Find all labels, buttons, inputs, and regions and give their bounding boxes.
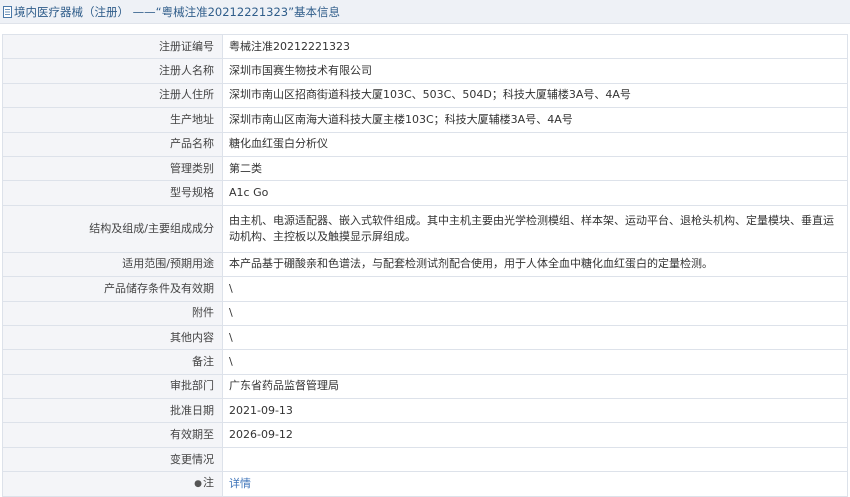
table-row: 注册人名称 深圳市国赛生物技术有限公司	[2, 58, 848, 84]
table-row: 批准日期 2021-09-13	[2, 398, 848, 424]
field-value: 广东省药品监督管理局	[222, 373, 848, 400]
field-label: 注册证编号	[2, 33, 223, 60]
field-value: \	[222, 349, 848, 375]
field-label: 审批部门	[2, 373, 223, 400]
field-value: 第二类	[222, 155, 848, 182]
table-row: 附件 \	[2, 300, 848, 326]
field-label: 有效期至	[2, 422, 223, 448]
field-label: 型号规格	[2, 180, 223, 206]
field-value: 2021-09-13	[222, 398, 848, 424]
field-value: 本产品基于硼酸亲和色谱法，与配套检测试剂配合使用，用于人体全血中糖化血红蛋白的定…	[222, 251, 848, 278]
field-label: 批准日期	[2, 398, 223, 424]
table-row: 注册证编号 粤械注准20212221323	[2, 33, 848, 60]
table-row: ●注 详情	[2, 471, 848, 497]
field-label: 结构及组成/主要组成成分	[2, 204, 223, 253]
field-label: 生产地址	[2, 107, 223, 133]
table-row: 注册人住所 深圳市南山区招商街道科技大厦103C、503C、504D；科技大厦辅…	[2, 82, 848, 109]
field-label: 其他内容	[2, 324, 223, 351]
table-row: 变更情况	[2, 446, 848, 473]
field-value: 2026-09-12	[222, 422, 848, 448]
field-label: 适用范围/预期用途	[2, 251, 223, 278]
table-row: 管理类别 第二类	[2, 155, 848, 182]
pin-icon: ●	[194, 479, 202, 490]
page-title: 境内医疗器械（注册） ——“粤械注准20212221323”基本信息	[14, 4, 341, 19]
field-label: 备注	[2, 349, 223, 375]
field-label: 注册人住所	[2, 82, 223, 109]
field-label: 产品储存条件及有效期	[2, 276, 223, 302]
field-value: A1c Go	[222, 180, 848, 206]
field-label: 产品名称	[2, 131, 223, 157]
field-value: 粤械注准20212221323	[222, 33, 848, 60]
note-value-cell: 详情	[222, 471, 848, 497]
field-label: 注册人名称	[2, 58, 223, 84]
field-value: \	[222, 324, 848, 351]
field-value: 深圳市南山区招商街道科技大厦103C、503C、504D；科技大厦辅楼3A号、4…	[222, 82, 848, 109]
field-value: 深圳市南山区南海大道科技大厦主楼103C；科技大厦辅楼3A号、4A号	[222, 107, 848, 133]
note-label: 注	[203, 476, 214, 490]
note-label-cell: ●注	[2, 471, 223, 497]
table-row: 产品储存条件及有效期 \	[2, 276, 848, 302]
table-row: 型号规格 A1c Go	[2, 180, 848, 206]
table-row: 有效期至 2026-09-12	[2, 422, 848, 448]
table-row: 生产地址 深圳市南山区南海大道科技大厦主楼103C；科技大厦辅楼3A号、4A号	[2, 107, 848, 133]
table-row: 备注 \	[2, 349, 848, 375]
page-header: 境内医疗器械（注册） ——“粤械注准20212221323”基本信息	[0, 0, 850, 24]
field-value: 深圳市国赛生物技术有限公司	[222, 58, 848, 84]
table-row: 适用范围/预期用途 本产品基于硼酸亲和色谱法，与配套检测试剂配合使用，用于人体全…	[2, 251, 848, 278]
document-icon	[3, 5, 12, 18]
field-value: \	[222, 276, 848, 302]
table-row: 其他内容 \	[2, 324, 848, 351]
table-row: 结构及组成/主要组成成分 由主机、电源适配器、嵌入式软件组成。其中主机主要由光学…	[2, 204, 848, 253]
field-label: 变更情况	[2, 446, 223, 473]
field-value: \	[222, 300, 848, 326]
field-value: 糖化血红蛋白分析仪	[222, 131, 848, 157]
field-value	[222, 446, 848, 473]
table-row: 审批部门 广东省药品监督管理局	[2, 373, 848, 400]
field-label: 附件	[2, 300, 223, 326]
registration-info-table: 注册证编号 粤械注准20212221323 注册人名称 深圳市国赛生物技术有限公…	[2, 33, 848, 497]
table-row: 产品名称 糖化血红蛋白分析仪	[2, 131, 848, 157]
field-value: 由主机、电源适配器、嵌入式软件组成。其中主机主要由光学检测模组、样本架、运动平台…	[222, 204, 848, 253]
details-link[interactable]: 详情	[229, 477, 251, 490]
field-label: 管理类别	[2, 155, 223, 182]
